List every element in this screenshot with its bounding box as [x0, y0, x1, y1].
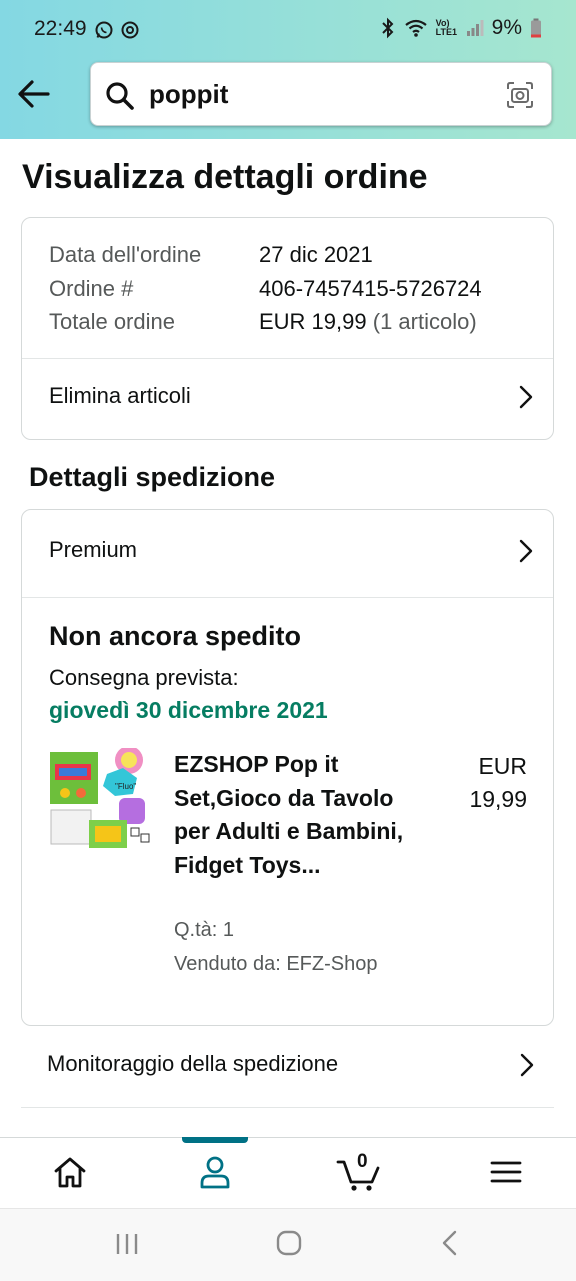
order-total-items: (1 articolo) [372, 309, 477, 334]
order-number-value: 406-7457415-5726724 [259, 276, 482, 301]
tracking-link[interactable]: Monitoraggio della spedizione [21, 1027, 554, 1107]
svg-text:"Fluo": "Fluo" [115, 782, 136, 791]
back-system-button[interactable] [440, 1230, 460, 1261]
divider [21, 1107, 554, 1108]
divider [22, 597, 553, 598]
recent-apps-icon [116, 1234, 138, 1254]
status-system-icons: Vo) LTE1 9% [380, 16, 542, 40]
search-bar[interactable]: poppit [90, 62, 552, 126]
remove-items-label: Elimina articoli [49, 383, 191, 408]
shipment-card: Premium Non ancora spedito Consegna prev… [21, 509, 554, 1026]
battery-icon [531, 18, 541, 38]
order-date-label: Data dell'ordine [49, 242, 202, 267]
product-title-link[interactable]: EZSHOP Pop it Set,Gioco da Tavolo per Ad… [174, 748, 414, 882]
user-icon [200, 1156, 230, 1189]
nav-account[interactable] [195, 1152, 235, 1192]
price-amount: 19,99 [469, 786, 527, 812]
sync-icon [121, 21, 139, 39]
order-total-amount: EUR 19,99 [259, 309, 367, 334]
chevron-right-icon [519, 385, 533, 409]
page-title: Visualizza dettagli ordine [22, 158, 428, 196]
home-system-button[interactable] [276, 1230, 302, 1261]
camera-icon[interactable] [505, 80, 535, 110]
order-number-label: Ordine # [49, 276, 134, 301]
nav-menu[interactable] [486, 1152, 526, 1192]
home-circle-icon [276, 1230, 302, 1256]
chevron-right-icon [520, 1053, 534, 1077]
delivery-date: giovedì 30 dicembre 2021 [49, 697, 328, 723]
shipment-status: Non ancora spedito [49, 621, 302, 651]
tracking-label: Monitoraggio della spedizione [47, 1051, 339, 1076]
arrow-left-icon [18, 80, 50, 108]
bluetooth-icon [381, 17, 394, 39]
battery-percent: 9% [491, 16, 522, 39]
product-image[interactable]: "Fluo" [49, 746, 153, 852]
search-input[interactable]: poppit [149, 79, 228, 110]
search-icon [106, 82, 134, 110]
status-bar: 22:49 Vo) LTE1 9% [0, 0, 576, 60]
remove-items-link[interactable]: Elimina articoli [22, 359, 553, 439]
price-currency: EUR [478, 753, 527, 779]
nav-home[interactable] [50, 1152, 90, 1192]
hamburger-menu-icon [490, 1161, 522, 1183]
order-total-label: Totale ordine [49, 309, 175, 334]
home-icon [54, 1157, 86, 1188]
order-summary-card: Data dell'ordine 27 dic 2021 Ordine # 40… [21, 217, 554, 440]
whatsapp-icon [95, 21, 113, 39]
network-type-label: Vo) LTE1 [435, 18, 457, 37]
signal-icon [466, 20, 484, 36]
status-notification-icons [94, 20, 140, 40]
cart-count: 0 [357, 1151, 368, 1172]
chevron-left-icon [442, 1230, 457, 1256]
shipping-method-link[interactable]: Premium [22, 513, 553, 593]
shipping-method-label: Premium [49, 537, 138, 562]
product-quantity: Q.tà: 1 [174, 919, 235, 941]
back-button[interactable] [16, 78, 52, 110]
order-total-value: EUR 19,99 (1 articolo) [259, 309, 477, 335]
product-thumbnail: "Fluo" [50, 746, 150, 848]
chevron-right-icon [519, 539, 533, 563]
product-seller: Venduto da: EFZ-Shop [174, 953, 378, 975]
active-tab-indicator [182, 1137, 248, 1143]
recent-apps-button[interactable] [114, 1232, 140, 1261]
shipping-section-title: Dettagli spedizione [29, 462, 276, 492]
status-time: 22:49 [34, 17, 87, 40]
delivery-label: Consegna prevista: [49, 665, 239, 690]
product-price: EUR 19,99 [469, 750, 527, 816]
order-date-value: 27 dic 2021 [259, 242, 373, 267]
wifi-icon [404, 19, 427, 37]
